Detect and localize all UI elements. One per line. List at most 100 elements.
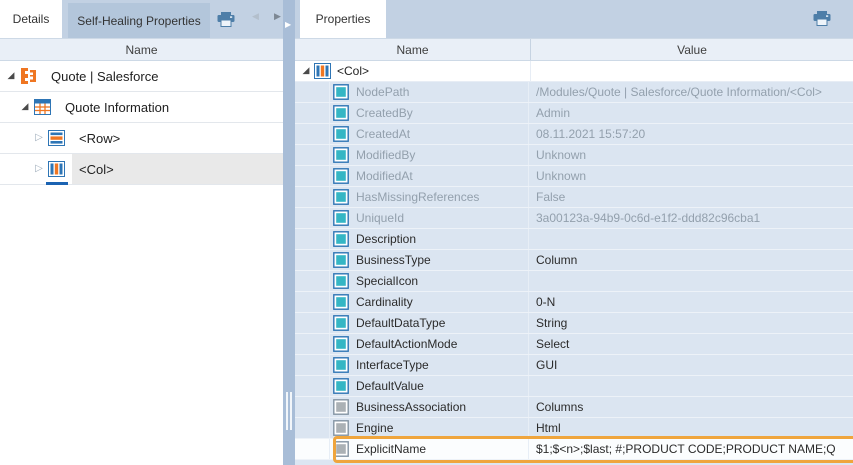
teal-square-icon xyxy=(333,231,349,247)
property-value-cell[interactable]: Column xyxy=(529,250,853,270)
property-name-cell: UniqueId xyxy=(330,208,529,228)
collapse-arrow-icon[interactable]: ◢ xyxy=(300,67,312,76)
property-value-cell[interactable]: 0-N xyxy=(529,292,853,312)
property-row-cardinality[interactable]: Cardinality 0-N xyxy=(295,292,853,313)
tree-item-quote-information[interactable]: ◢ Quote Information xyxy=(0,92,283,123)
expand-arrow-icon[interactable]: ▷ xyxy=(32,164,46,174)
property-row-createdat[interactable]: CreatedAt08.11.2021 15:57:20 xyxy=(295,124,853,145)
module-details-panel: Details Self-Healing Properties ◀ ▶ Name… xyxy=(0,0,283,465)
scroll-tabs-left-icon[interactable]: ◀ xyxy=(252,12,259,22)
property-root-row[interactable]: ◢ <Col> xyxy=(295,61,853,82)
tab-properties[interactable]: Properties xyxy=(300,0,386,38)
property-value-cell[interactable]: /Modules/Quote | Salesforce/Quote Inform… xyxy=(529,82,853,102)
property-value-cell[interactable]: False xyxy=(529,187,853,207)
property-name: SpecialIcon xyxy=(356,274,418,288)
table-icon xyxy=(34,98,54,116)
print-icon[interactable] xyxy=(813,11,831,26)
property-row-interfacetype[interactable]: InterfaceType GUI xyxy=(295,355,853,376)
tab-details[interactable]: Details xyxy=(0,0,62,38)
property-value-cell[interactable]: Columns xyxy=(529,397,853,417)
teal-square-icon xyxy=(333,210,349,226)
tab-self-healing-properties[interactable]: Self-Healing Properties xyxy=(68,3,210,38)
property-value-cell[interactable]: Admin xyxy=(529,103,853,123)
property-row-businessassociation[interactable]: BusinessAssociation Columns xyxy=(295,397,853,418)
row-gutter xyxy=(295,208,330,228)
row-gutter xyxy=(295,250,330,270)
property-name: InterfaceType xyxy=(356,358,429,372)
property-value-cell[interactable] xyxy=(529,271,853,291)
row-gutter xyxy=(295,313,330,333)
teal-square-icon xyxy=(333,378,349,394)
property-value-cell[interactable]: GUI xyxy=(529,355,853,375)
property-value-cell[interactable]: $1;$<n>;$last; #;PRODUCT CODE;PRODUCT NA… xyxy=(529,439,853,459)
property-value-cell[interactable]: Unknown xyxy=(529,166,853,186)
property-value-cell[interactable]: Select xyxy=(529,334,853,354)
row-gutter xyxy=(295,355,330,375)
property-name-cell: CreatedAt xyxy=(330,124,529,144)
teal-square-icon xyxy=(333,105,349,121)
property-name-cell: NodePath xyxy=(330,82,529,102)
property-row-businesstype[interactable]: BusinessTypeColumn xyxy=(295,250,853,271)
property-name-cell: DefaultDataType xyxy=(330,313,529,333)
row-gutter xyxy=(295,292,330,312)
property-value-cell[interactable]: 3a00123a-94b9-0c6d-e1f2-ddd82c96cba1 xyxy=(529,208,853,228)
property-row-defaultdatatype[interactable]: DefaultDataTypeString xyxy=(295,313,853,334)
tree-item-col[interactable]: ▷<Col> xyxy=(0,154,283,185)
property-value-cell[interactable] xyxy=(529,229,853,249)
row-gutter xyxy=(295,103,330,123)
tree-column-header-label: Name xyxy=(125,43,157,57)
teal-square-icon xyxy=(333,336,349,352)
teal-square-icon xyxy=(333,273,349,289)
property-row-engine[interactable]: Engine Html xyxy=(295,418,853,439)
expand-arrow-icon[interactable]: ▷ xyxy=(32,133,46,143)
property-name-cell: Engine xyxy=(330,418,529,438)
print-icon[interactable] xyxy=(217,0,235,38)
property-name-cell: SpecialIcon xyxy=(330,271,529,291)
properties-grid: NodePath/Modules/Quote | Salesforce/Quot… xyxy=(295,82,853,460)
property-row-defaultvalue[interactable]: DefaultValue xyxy=(295,376,853,397)
property-row-nodepath[interactable]: NodePath/Modules/Quote | Salesforce/Quot… xyxy=(295,82,853,103)
tree-item-quote-salesforce[interactable]: ◢Quote | Salesforce xyxy=(0,61,283,92)
property-value-cell[interactable]: Unknown xyxy=(529,145,853,165)
property-row-modifiedat[interactable]: ModifiedAt Unknown xyxy=(295,166,853,187)
property-row-defaultactionmode[interactable]: DefaultActionModeSelect xyxy=(295,334,853,355)
collapse-arrow-icon[interactable]: ◢ xyxy=(18,103,32,112)
teal-square-icon xyxy=(333,294,349,310)
property-name-cell: Description xyxy=(330,229,529,249)
property-row-uniqueid[interactable]: UniqueId3a00123a-94b9-0c6d-e1f2-ddd82c96… xyxy=(295,208,853,229)
property-name-cell: InterfaceType xyxy=(330,355,529,375)
property-row-specialicon[interactable]: SpecialIcon xyxy=(295,271,853,292)
property-name: Engine xyxy=(356,421,393,435)
property-row-explicitname[interactable]: ExplicitName$1;$<n>;$last; #;PRODUCT COD… xyxy=(295,439,853,460)
splitter-grip-icon[interactable] xyxy=(286,392,292,430)
row-gutter xyxy=(295,334,330,354)
property-name-cell: CreatedBy xyxy=(330,103,529,123)
row-gutter xyxy=(295,124,330,144)
property-value-cell[interactable]: String xyxy=(529,313,853,333)
scroll-tabs-right-icon[interactable]: ▶ xyxy=(274,12,281,22)
property-row-modifiedby[interactable]: ModifiedBy Unknown xyxy=(295,145,853,166)
property-row-description[interactable]: Description xyxy=(295,229,853,250)
tree-item-label: Quote Information xyxy=(65,100,169,115)
property-row-hasmissingreferences[interactable]: HasMissingReferencesFalse xyxy=(295,187,853,208)
panel-splitter[interactable]: ▶ xyxy=(283,0,295,465)
property-name: ModifiedBy xyxy=(356,148,415,162)
property-name-cell: DefaultValue xyxy=(330,376,529,396)
row-gutter xyxy=(295,145,330,165)
property-name: Description xyxy=(356,232,416,246)
property-value-cell[interactable]: Html xyxy=(529,418,853,438)
teal-square-icon xyxy=(333,357,349,373)
property-name: BusinessAssociation xyxy=(356,400,466,414)
row-icon xyxy=(48,129,68,147)
property-name: Cardinality xyxy=(356,295,413,309)
property-value-cell[interactable] xyxy=(529,376,853,396)
teal-square-icon xyxy=(333,126,349,142)
collapse-panel-icon[interactable]: ▶ xyxy=(285,20,291,29)
tree-item-row[interactable]: ▷<Row> xyxy=(0,123,283,154)
module-icon xyxy=(20,67,40,85)
collapse-arrow-icon[interactable]: ◢ xyxy=(4,72,18,81)
property-row-createdby[interactable]: CreatedByAdmin xyxy=(295,103,853,124)
property-name: ModifiedAt xyxy=(356,169,413,183)
property-value-cell[interactable]: 08.11.2021 15:57:20 xyxy=(529,124,853,144)
row-gutter xyxy=(295,439,330,459)
